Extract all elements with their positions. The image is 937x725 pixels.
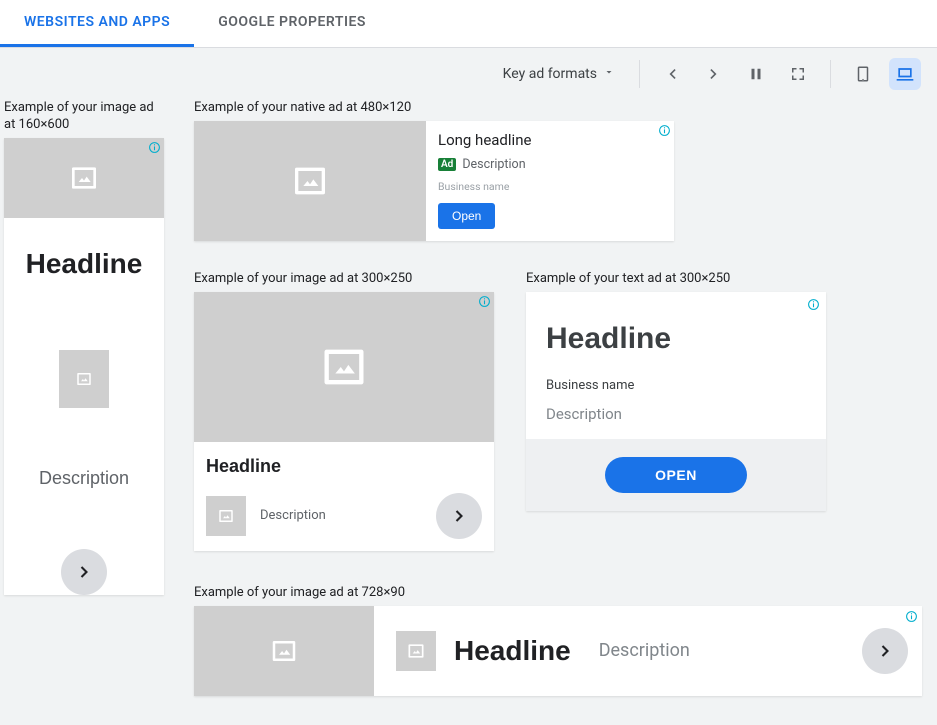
description: Description xyxy=(260,508,422,523)
headline: Headline xyxy=(546,322,806,356)
ad-728x90-block: Example of your image ad at 728×90 Headl… xyxy=(194,585,933,696)
pause-button[interactable] xyxy=(740,58,772,90)
description: Description xyxy=(462,157,525,172)
caption: Example of your text ad at 300×250 xyxy=(526,271,826,288)
prev-button[interactable] xyxy=(656,58,688,90)
toolbar: Key ad formats xyxy=(0,48,937,100)
image-placeholder-icon xyxy=(68,162,100,194)
ad-160x600-block: Example of your image ad at 160×600 Head… xyxy=(4,100,164,696)
info-icon[interactable] xyxy=(807,298,820,315)
description: Description xyxy=(546,405,806,423)
ad-300x250-text-block: Example of your text ad at 300×250 Headl… xyxy=(526,271,826,551)
image-placeholder-icon xyxy=(406,641,426,661)
caption: Example of your image ad at 160×600 xyxy=(4,100,164,134)
description: Description xyxy=(599,640,862,661)
chevron-right-icon xyxy=(74,562,94,582)
ad-native-480: Long headline Ad Description Business na… xyxy=(194,121,674,241)
logo-placeholder xyxy=(59,350,109,408)
caption: Example of your native ad at 480×120 xyxy=(194,100,933,117)
preview-area: Example of your image ad at 160×600 Head… xyxy=(0,100,937,716)
image-placeholder-icon xyxy=(217,507,235,525)
ad-native-480-block: Example of your native ad at 480×120 Lon… xyxy=(194,100,933,241)
headline: Headline xyxy=(4,218,164,290)
headline: Headline xyxy=(454,635,571,667)
device-desktop-button[interactable] xyxy=(889,58,921,90)
arrow-button[interactable] xyxy=(61,549,107,595)
chevron-right-icon xyxy=(704,64,724,84)
ad-160x600: Headline Description xyxy=(4,138,164,595)
open-button[interactable]: OPEN xyxy=(605,457,747,493)
business-name: Business name xyxy=(438,180,662,193)
tab-websites-apps[interactable]: WEBSITES AND APPS xyxy=(0,0,194,47)
tabs: WEBSITES AND APPS GOOGLE PROPERTIES xyxy=(0,0,937,48)
image-placeholder-icon xyxy=(75,370,93,388)
info-icon[interactable] xyxy=(658,124,671,141)
fullscreen-button[interactable] xyxy=(782,58,814,90)
ad-300x250-image: Headline Description xyxy=(194,292,494,551)
divider xyxy=(830,60,831,88)
chevron-right-icon xyxy=(875,641,895,661)
ad-300x250-text: Headline Business name Description OPEN xyxy=(526,292,826,511)
next-button[interactable] xyxy=(698,58,730,90)
pause-icon xyxy=(747,65,765,83)
arrow-button[interactable] xyxy=(862,628,908,674)
info-icon[interactable] xyxy=(905,610,918,627)
chevron-down-icon xyxy=(603,66,615,82)
device-mobile-button[interactable] xyxy=(847,58,879,90)
dropdown-label: Key ad formats xyxy=(503,66,597,82)
info-icon[interactable] xyxy=(478,295,491,312)
logo-placeholder xyxy=(396,631,436,671)
caption: Example of your image ad at 728×90 xyxy=(194,585,933,602)
ad-300x250-image-block: Example of your image ad at 300×250 Head… xyxy=(194,271,494,551)
headline: Headline xyxy=(206,456,482,477)
fullscreen-icon xyxy=(789,65,807,83)
mobile-icon xyxy=(854,65,872,83)
dropdown-key-ad-formats[interactable]: Key ad formats xyxy=(495,60,623,88)
info-icon[interactable] xyxy=(148,141,161,158)
caption: Example of your image ad at 300×250 xyxy=(194,271,494,288)
ad-badge: Ad xyxy=(438,158,456,171)
divider xyxy=(639,60,640,88)
tab-google-properties[interactable]: GOOGLE PROPERTIES xyxy=(194,0,390,47)
image-placeholder-icon xyxy=(318,341,370,393)
image-placeholder-icon xyxy=(269,636,299,666)
business-name: Business name xyxy=(546,378,806,393)
chevron-left-icon xyxy=(662,64,682,84)
chevron-right-icon xyxy=(449,506,469,526)
laptop-icon xyxy=(895,64,915,84)
open-button[interactable]: Open xyxy=(438,203,495,229)
image-placeholder-icon xyxy=(290,161,330,201)
long-headline: Long headline xyxy=(438,131,662,149)
arrow-button[interactable] xyxy=(436,493,482,539)
ad-728x90: Headline Description xyxy=(194,606,922,696)
description: Description xyxy=(4,428,164,519)
logo-placeholder xyxy=(206,496,246,536)
